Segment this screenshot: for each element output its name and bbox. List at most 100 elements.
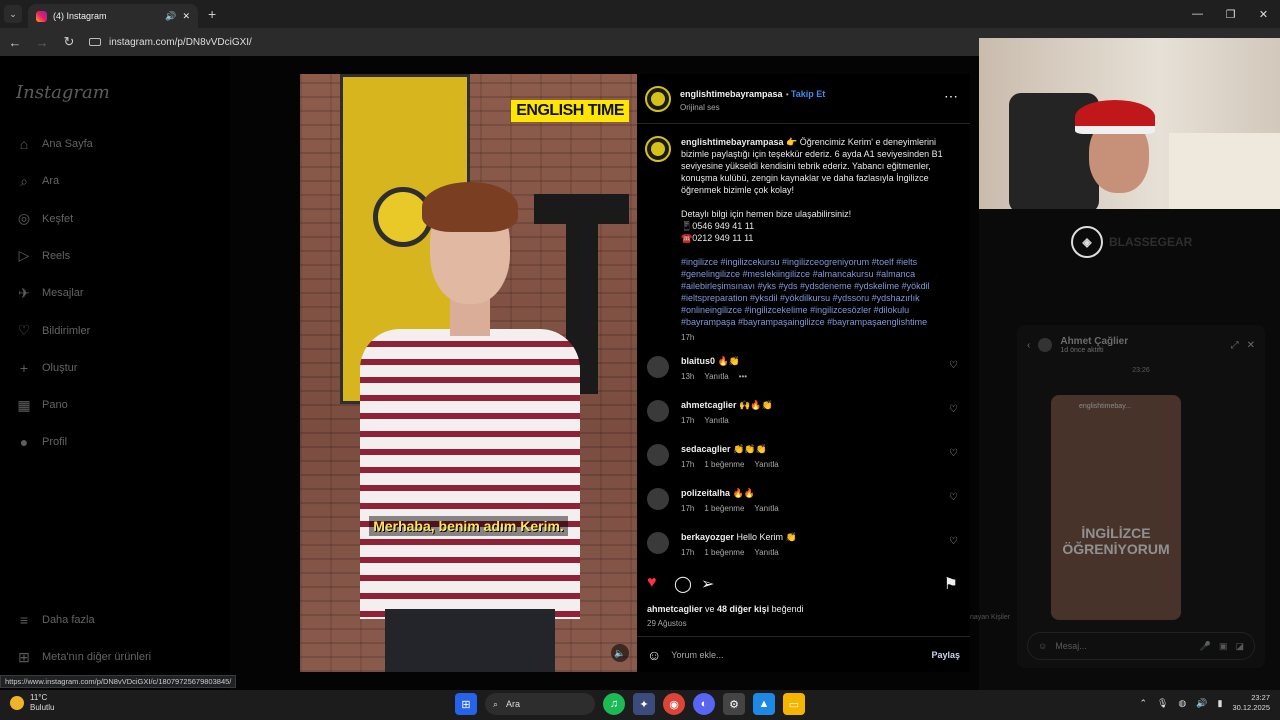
sidebar-item-more[interactable]: ≡ Daha fazla bbox=[16, 612, 95, 628]
liked-by-text: ve bbox=[702, 604, 718, 614]
mic-tray-icon[interactable]: 🎙 bbox=[1157, 698, 1168, 709]
caption-hashtags[interactable]: #ingilizce #ingilizcekursu #ingilizceogr… bbox=[681, 256, 951, 328]
speaker-icon[interactable]: 🔊 bbox=[165, 11, 176, 22]
reply-button[interactable]: Yanıtla bbox=[704, 416, 728, 425]
comment-avatar[interactable] bbox=[647, 532, 669, 554]
restore-button[interactable]: ❐ bbox=[1214, 0, 1247, 28]
spotify-icon[interactable]: ♫ bbox=[603, 693, 625, 715]
battery-icon[interactable]: ▮ bbox=[1218, 698, 1223, 709]
sidebar-item-profil[interactable]: ● Profil bbox=[16, 434, 67, 450]
comment-like-icon[interactable]: ♡ bbox=[949, 448, 958, 459]
comment-item: ahmetcaglier 🙌🔥👏 17h Yanıtla ♡ bbox=[647, 400, 962, 440]
reply-button[interactable]: Yanıtla bbox=[754, 504, 778, 513]
chat-message-input[interactable]: ☺ Mesaj... 🎤 ▣ ◪ bbox=[1027, 632, 1255, 660]
comment-avatar[interactable] bbox=[647, 444, 669, 466]
reel-video[interactable]: ENGLISH TIME Merhaba, benim adım Kerim. … bbox=[300, 74, 637, 672]
comment-avatar[interactable] bbox=[647, 400, 669, 422]
forward-icon[interactable]: → bbox=[30, 35, 54, 50]
tab-list-button[interactable]: ⌄ bbox=[4, 5, 22, 23]
steam-icon[interactable]: ⚙ bbox=[723, 693, 745, 715]
sidebar-item-ana-sayfa[interactable]: ⌂ Ana Sayfa bbox=[16, 136, 93, 152]
tab-instagram[interactable]: (4) Instagram 🔊 ✕ bbox=[28, 4, 198, 28]
app-icon[interactable]: ✦ bbox=[633, 693, 655, 715]
comment-like-icon[interactable]: ♡ bbox=[949, 536, 958, 547]
save-bookmark-icon[interactable]: ⚑ bbox=[944, 574, 958, 594]
new-tab-button[interactable]: + bbox=[208, 6, 216, 22]
chat-emoji-icon[interactable]: ☺ bbox=[1038, 641, 1047, 651]
post-comment-button[interactable]: Paylaş bbox=[931, 650, 960, 660]
comment-username[interactable]: polizeitalha bbox=[681, 488, 730, 498]
address-bar[interactable]: instagram.com/p/DN8vVDciGXI/ bbox=[89, 37, 252, 48]
share-icon[interactable]: ➢ bbox=[701, 574, 714, 594]
like-heart-icon[interactable]: ♥ bbox=[647, 574, 657, 592]
sidebar-item-ara[interactable]: ⌕ Ara bbox=[16, 173, 59, 189]
start-icon[interactable]: ⊞ bbox=[455, 693, 477, 715]
sidebar-item-meta[interactable]: ⊞ Meta'nın diğer ürünleri bbox=[16, 649, 151, 665]
site-info-icon[interactable] bbox=[89, 38, 101, 46]
comment-avatar[interactable] bbox=[647, 488, 669, 510]
taskbar-clock[interactable]: 23:27 30.12.2025 bbox=[1232, 693, 1270, 713]
chat-name[interactable]: Ahmet Çağlier bbox=[1060, 336, 1128, 347]
more-options-icon[interactable]: ⋯ bbox=[944, 88, 958, 105]
minimize-button[interactable]: — bbox=[1181, 0, 1214, 28]
discord-icon[interactable]: ◐ bbox=[693, 693, 715, 715]
tab-title: (4) Instagram bbox=[53, 11, 107, 21]
reply-button[interactable]: Yanıtla bbox=[754, 460, 778, 469]
follow-button[interactable]: Takip Et bbox=[791, 89, 825, 99]
close-window-button[interactable]: ✕ bbox=[1247, 0, 1280, 28]
volume-icon[interactable]: 🔈 bbox=[611, 644, 629, 662]
photos-icon[interactable]: ▲ bbox=[753, 693, 775, 715]
sidebar-item-mesajlar[interactable]: ✈ Mesajlar bbox=[16, 285, 83, 301]
sidebar-item-pano[interactable]: ▦ Pano bbox=[16, 397, 67, 413]
comment-more-icon[interactable]: ••• bbox=[739, 372, 747, 381]
sidebar-item-olu-tur[interactable]: + Oluştur bbox=[16, 360, 78, 376]
reply-button[interactable]: Yanıtla bbox=[754, 548, 778, 557]
comment-input[interactable]: Yorum ekle... bbox=[671, 650, 723, 660]
comment-username[interactable]: blaitus0 bbox=[681, 356, 715, 366]
sidebar-item-bildirimler[interactable]: ♡ Bildirimler bbox=[16, 322, 91, 339]
chat-close-icon[interactable]: ✕ bbox=[1247, 340, 1255, 351]
sidebar-item-ke-fet[interactable]: ◎ Keşfet bbox=[16, 210, 73, 227]
emoji-icon[interactable]: ☺ bbox=[647, 647, 661, 663]
liked-by-user[interactable]: ahmetcaglier bbox=[647, 604, 703, 614]
network-icon[interactable]: ◍ bbox=[1178, 698, 1186, 709]
comment-item: sedacaglier 👏👏👏 17h 1 beğenme Yanıtla ♡ bbox=[647, 444, 962, 484]
instagram-logo[interactable]: Instagram bbox=[16, 82, 110, 103]
mic-icon[interactable]: 🎤 bbox=[1200, 641, 1211, 652]
caption-avatar[interactable] bbox=[645, 136, 671, 162]
liked-by-count[interactable]: 48 diğer kişi bbox=[717, 604, 769, 614]
file-explorer-icon[interactable]: ▭ bbox=[783, 693, 805, 715]
post-username[interactable]: englishtimebayrampasa bbox=[680, 89, 783, 99]
reply-button[interactable]: Yanıtla bbox=[704, 372, 728, 381]
comment-username[interactable]: sedacaglier bbox=[681, 444, 731, 454]
taskbar-search[interactable]: ⌕ Ara bbox=[485, 693, 595, 715]
comment-username[interactable]: berkayozger bbox=[681, 532, 734, 542]
comment-like-icon[interactable]: ♡ bbox=[949, 404, 958, 415]
comment-icon[interactable]: ◯ bbox=[674, 574, 692, 594]
expand-icon[interactable]: ⤢ bbox=[1231, 340, 1239, 351]
reload-icon[interactable]: ↻ bbox=[57, 34, 81, 50]
comment-likes[interactable]: 1 beğenme bbox=[704, 504, 744, 513]
shared-reel-thumbnail[interactable]: englishtimebay... İNGİLİZCE ÖĞRENİYORUM bbox=[1051, 395, 1181, 620]
back-icon[interactable]: ← bbox=[3, 35, 27, 50]
comment-likes[interactable]: 1 beğenme bbox=[704, 548, 744, 557]
browser-tab-bar: ⌄ (4) Instagram 🔊 ✕ + — ❐ ✕ bbox=[0, 0, 1280, 28]
account-avatar[interactable] bbox=[645, 86, 671, 112]
comment-avatar[interactable] bbox=[647, 356, 669, 378]
comment-like-icon[interactable]: ♡ bbox=[949, 492, 958, 503]
volume-tray-icon[interactable]: 🔊 bbox=[1196, 698, 1207, 709]
chrome-icon[interactable]: ◉ bbox=[663, 693, 685, 715]
weather-widget[interactable]: 11°C Bulutlu bbox=[10, 693, 54, 713]
chat-back-icon[interactable]: ‹ bbox=[1027, 340, 1030, 351]
caption-username[interactable]: englishtimebayrampasa bbox=[681, 137, 784, 147]
audio-label[interactable]: Orijinal ses bbox=[680, 103, 825, 112]
comment-like-icon[interactable]: ♡ bbox=[949, 360, 958, 371]
comment-username[interactable]: ahmetcaglier bbox=[681, 400, 737, 410]
comment-likes[interactable]: 1 beğenme bbox=[704, 460, 744, 469]
close-tab-icon[interactable]: ✕ bbox=[182, 11, 190, 22]
sidebar-item-reels[interactable]: ▷ Reels bbox=[16, 247, 71, 264]
sticker-icon[interactable]: ◪ bbox=[1235, 641, 1244, 652]
image-icon[interactable]: ▣ bbox=[1219, 641, 1228, 652]
chat-avatar[interactable] bbox=[1038, 338, 1053, 352]
tray-chevron-icon[interactable]: ⌃ bbox=[1139, 698, 1147, 709]
